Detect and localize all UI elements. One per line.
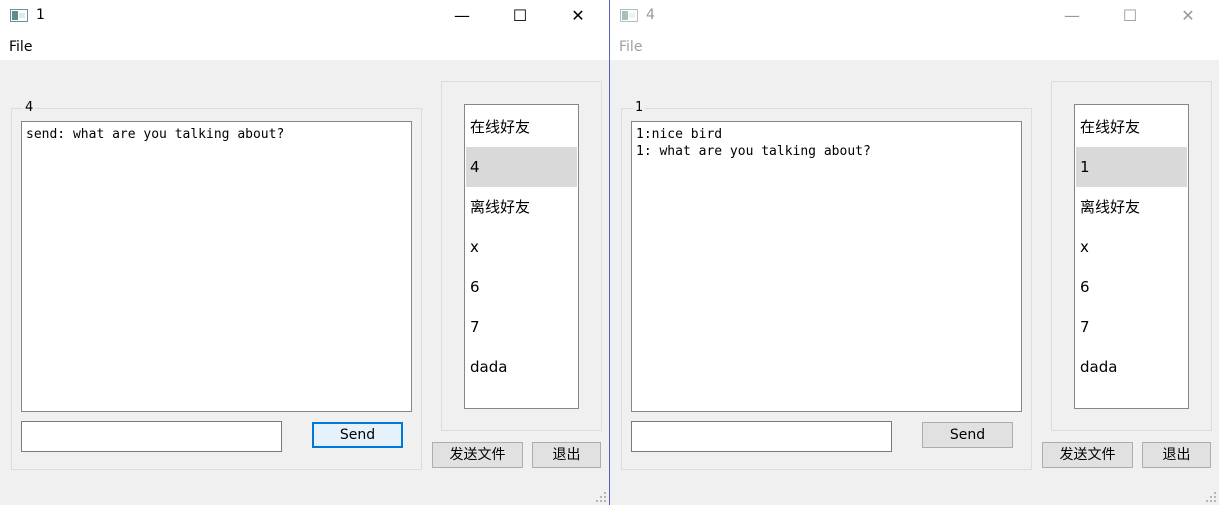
friend-item[interactable]: dada (466, 347, 577, 387)
exit-button[interactable]: 退出 (532, 442, 601, 468)
chat-log[interactable]: send: what are you talking about? (21, 121, 412, 412)
friend-list-header-offline: 离线好友 (470, 198, 531, 216)
menu-bar: File (610, 32, 1219, 60)
message-input[interactable] (631, 421, 892, 452)
maximize-icon: ☐ (512, 6, 528, 25)
friend-item[interactable]: dada (1076, 347, 1187, 387)
window-title: 1 (36, 7, 45, 23)
close-button[interactable]: ✕ (555, 0, 601, 32)
minimize-button[interactable]: — (1049, 0, 1095, 32)
friend-item[interactable]: 1 (1076, 147, 1187, 187)
maximize-button[interactable]: ☐ (1107, 0, 1153, 32)
friend-item[interactable]: 6 (1076, 267, 1187, 307)
send-file-button[interactable]: 发送文件 (432, 442, 523, 468)
friend-item[interactable]: 7 (466, 307, 577, 347)
message-input[interactable] (21, 421, 282, 452)
close-button[interactable]: ✕ (1165, 0, 1211, 32)
close-icon: ✕ (571, 6, 585, 25)
menu-file[interactable]: File (619, 39, 642, 55)
friend-item[interactable]: 4 (466, 147, 577, 187)
chat-log[interactable]: 1:nice bird 1: what are you talking abou… (631, 121, 1022, 412)
friend-list-header-online: 在线好友 (470, 118, 531, 136)
app-icon (620, 9, 638, 22)
exit-button[interactable]: 退出 (1142, 442, 1211, 468)
friend-list[interactable]: 在线好友 1 离线好友 x 6 7 dada (1074, 104, 1189, 409)
maximize-icon: ☐ (1122, 6, 1138, 25)
close-icon: ✕ (1181, 6, 1195, 25)
send-button[interactable]: Send (312, 422, 403, 448)
maximize-button[interactable]: ☐ (497, 0, 543, 32)
window-title: 4 (646, 7, 655, 23)
minimize-icon: — (1064, 6, 1080, 25)
resize-grip[interactable] (1206, 492, 1216, 502)
menu-file[interactable]: File (9, 39, 32, 55)
minimize-button[interactable]: — (439, 0, 485, 32)
friend-list-header-offline: 离线好友 (1080, 198, 1141, 216)
app-icon (10, 9, 28, 22)
chat-group-title: 1 (633, 100, 646, 116)
chat-window: 4 — ☐ ✕ File 1 1:nice bird 1: what are y… (610, 0, 1219, 505)
resize-grip[interactable] (596, 492, 606, 502)
send-button[interactable]: Send (922, 422, 1013, 448)
title-bar[interactable]: 1 — ☐ ✕ (0, 0, 609, 32)
send-file-button[interactable]: 发送文件 (1042, 442, 1133, 468)
friend-list-header-online: 在线好友 (1080, 118, 1141, 136)
friend-item[interactable]: 6 (466, 267, 577, 307)
chat-window: 1 — ☐ ✕ File 4 send: what are you talkin… (0, 0, 610, 505)
menu-bar: File (0, 32, 609, 60)
friend-item[interactable]: x (466, 227, 577, 267)
title-bar[interactable]: 4 — ☐ ✕ (610, 0, 1219, 32)
friend-item[interactable]: x (1076, 227, 1187, 267)
friend-item[interactable]: 7 (1076, 307, 1187, 347)
chat-group-title: 4 (23, 100, 36, 116)
friend-list[interactable]: 在线好友 4 离线好友 x 6 7 dada (464, 104, 579, 409)
minimize-icon: — (454, 6, 470, 25)
